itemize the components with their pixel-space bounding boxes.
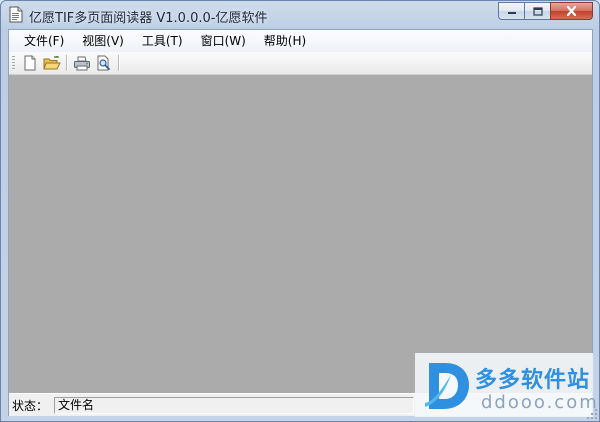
menu-view[interactable]: 视图(V): [73, 30, 133, 52]
watermark-site-name: 多多软件站: [475, 368, 591, 393]
app-window: 亿愿TIF多页面阅读器 V1.0.0.0-亿愿软件 文件(F) 视图(V) 工具…: [0, 0, 600, 422]
close-icon: [566, 6, 577, 16]
menu-window[interactable]: 窗口(W): [192, 30, 255, 52]
new-file-button[interactable]: [19, 53, 41, 73]
minimize-button[interactable]: [498, 2, 524, 20]
open-folder-icon: [43, 55, 61, 69]
new-file-icon: [24, 55, 36, 71]
caption-buttons: [498, 2, 593, 20]
toolbar-separator: [118, 55, 120, 71]
toolbar: [9, 52, 592, 75]
watermark-domain: ddooo.com: [481, 392, 599, 413]
document-workspace[interactable]: [9, 75, 592, 393]
window-title: 亿愿TIF多页面阅读器 V1.0.0.0-亿愿软件: [29, 11, 268, 26]
maximize-button[interactable]: [524, 2, 550, 20]
toolbar-grip[interactable]: [12, 56, 15, 70]
open-file-button[interactable]: [41, 53, 63, 73]
close-button[interactable]: [550, 2, 593, 20]
menu-tools[interactable]: 工具(T): [133, 30, 192, 52]
minimize-icon: [507, 12, 516, 14]
print-icon: [74, 56, 90, 70]
menu-help[interactable]: 帮助(H): [255, 30, 315, 52]
status-label: 状态：: [12, 398, 49, 413]
print-button[interactable]: [71, 53, 93, 73]
print-preview-button[interactable]: [93, 53, 115, 73]
ddooo-logo-icon: [425, 363, 469, 409]
toolbar-separator: [66, 55, 68, 71]
document-icon: [9, 6, 23, 23]
watermark: 多多软件站 ddooo.com: [415, 353, 597, 417]
menu-bar: 文件(F) 视图(V) 工具(T) 窗口(W) 帮助(H): [9, 30, 592, 52]
menu-file[interactable]: 文件(F): [15, 30, 73, 52]
resize-grip-icon[interactable]: [586, 408, 598, 420]
print-preview-icon: [97, 55, 110, 71]
title-bar[interactable]: 亿愿TIF多页面阅读器 V1.0.0.0-亿愿软件: [1, 1, 599, 29]
status-filename-panel: 文件名: [54, 396, 414, 414]
maximize-icon: [532, 6, 543, 16]
